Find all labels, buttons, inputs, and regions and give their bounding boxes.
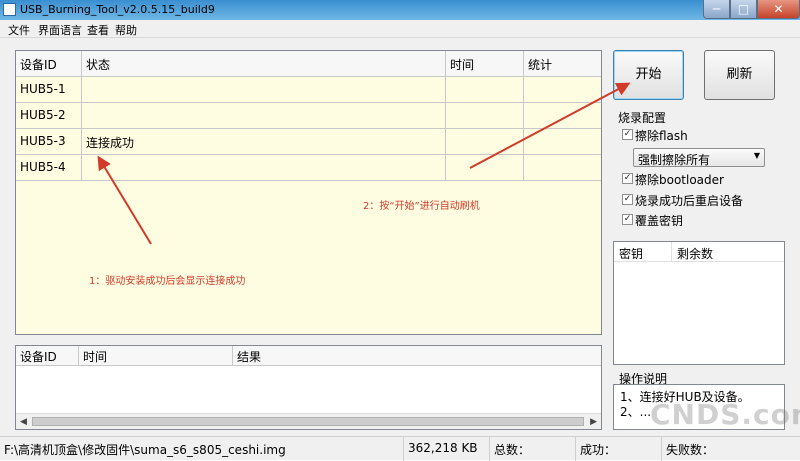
status-file-size: 362,218 KB (404, 437, 490, 461)
erase-mode-select[interactable]: 强制擦除所有 ▼ (633, 148, 765, 167)
erase-mode-value: 强制擦除所有 (638, 153, 711, 167)
col-header-result[interactable]: 结果 (233, 346, 601, 366)
cell-time (446, 77, 524, 102)
checkbox-check-icon[interactable]: ✓ (622, 214, 633, 225)
checkbox-check-icon[interactable]: ✓ (622, 194, 633, 205)
col-header-device-id[interactable]: 设备ID (16, 346, 79, 366)
table-row[interactable]: HUB5-1 (16, 77, 601, 103)
title-bar: USB_Burning_Tool_v2.0.5.15_build9 ─ □ ✕ (0, 0, 800, 20)
cell-status (82, 155, 446, 180)
cell-time (446, 155, 524, 180)
cell-time (446, 129, 524, 154)
log-table[interactable]: 设备ID 时间 结果 ◀ ▶ (15, 345, 602, 430)
scroll-left-icon[interactable]: ◀ (20, 417, 27, 427)
status-total: 总数： (490, 437, 576, 461)
checkbox-check-icon[interactable]: ✓ (622, 129, 633, 140)
scroll-right-icon[interactable]: ▶ (590, 417, 597, 427)
cell-status: 连接成功 (82, 129, 446, 154)
cell-time (446, 103, 524, 128)
close-button[interactable]: ✕ (757, 0, 800, 19)
status-success: 成功： (576, 437, 662, 461)
status-file-path: F:\高清机顶盒\修改固件\suma_s6_s805_ceshi.img (0, 437, 404, 461)
burn-config-title: 烧录配置 (618, 111, 667, 125)
table-row[interactable]: HUB5-3 连接成功 (16, 129, 601, 155)
cell-stats (524, 129, 601, 154)
menu-help[interactable]: 帮助 (115, 22, 137, 38)
refresh-button[interactable]: 刷新 (704, 50, 775, 100)
col-header-remaining[interactable]: 剩余数 (672, 242, 784, 262)
reset-after-success-label: 烧录成功后重启设备 (635, 194, 744, 208)
menu-language[interactable]: 界面语言 (38, 22, 82, 38)
status-bar: F:\高清机顶盒\修改固件\suma_s6_s805_ceshi.img 362… (0, 436, 800, 461)
menu-bar: 文件 界面语言 查看 帮助 (0, 20, 800, 38)
maximize-button[interactable]: □ (730, 0, 757, 19)
watermark: CNDS.com (650, 398, 800, 431)
horizontal-scrollbar[interactable]: ◀ ▶ (16, 413, 601, 429)
cell-device-id: HUB5-3 (16, 129, 82, 154)
menu-view[interactable]: 查看 (87, 22, 109, 38)
cell-status (82, 103, 446, 128)
checkbox-check-icon[interactable]: ✓ (622, 173, 633, 184)
chevron-down-icon: ▼ (753, 151, 760, 160)
key-table[interactable]: 密钥 剩余数 (613, 241, 785, 365)
cell-stats (524, 155, 601, 180)
cell-stats (524, 103, 601, 128)
table-row[interactable]: HUB5-2 (16, 103, 601, 129)
cell-stats (524, 77, 601, 102)
col-header-key[interactable]: 密钥 (614, 242, 672, 262)
device-table[interactable]: 设备ID 状态 时间 统计 HUB5-1 HUB5-2 HUB5-3 连接成功 … (15, 50, 602, 335)
minimize-button[interactable]: ─ (703, 0, 730, 19)
cell-device-id: HUB5-4 (16, 155, 82, 180)
col-header-time[interactable]: 时间 (446, 51, 524, 77)
annotation-note-2: 2：按“开始”进行自动刷机 (363, 201, 480, 212)
erase-bootloader-label: 擦除bootloader (635, 173, 724, 187)
col-header-stats[interactable]: 统计 (524, 51, 601, 77)
col-header-status[interactable]: 状态 (82, 51, 446, 77)
col-header-device-id[interactable]: 设备ID (16, 51, 82, 77)
erase-flash-label: 擦除flash (635, 129, 688, 143)
window-title: USB_Burning_Tool_v2.0.5.15_build9 (20, 3, 215, 16)
start-button[interactable]: 开始 (613, 50, 684, 100)
app-icon (3, 3, 16, 16)
table-row[interactable]: HUB5-4 (16, 155, 601, 181)
scroll-thumb[interactable] (32, 417, 584, 426)
status-fail: 失败数： (666, 443, 715, 457)
help-line: 2、... (620, 405, 652, 419)
col-header-time[interactable]: 时间 (79, 346, 233, 366)
overwrite-key-label: 覆盖密钥 (635, 214, 684, 228)
menu-file[interactable]: 文件 (8, 22, 30, 38)
cell-device-id: HUB5-1 (16, 77, 82, 102)
cell-status (82, 77, 446, 102)
cell-device-id: HUB5-2 (16, 103, 82, 128)
annotation-note-1: 1：驱动安装成功后会显示连接成功 (89, 276, 246, 287)
